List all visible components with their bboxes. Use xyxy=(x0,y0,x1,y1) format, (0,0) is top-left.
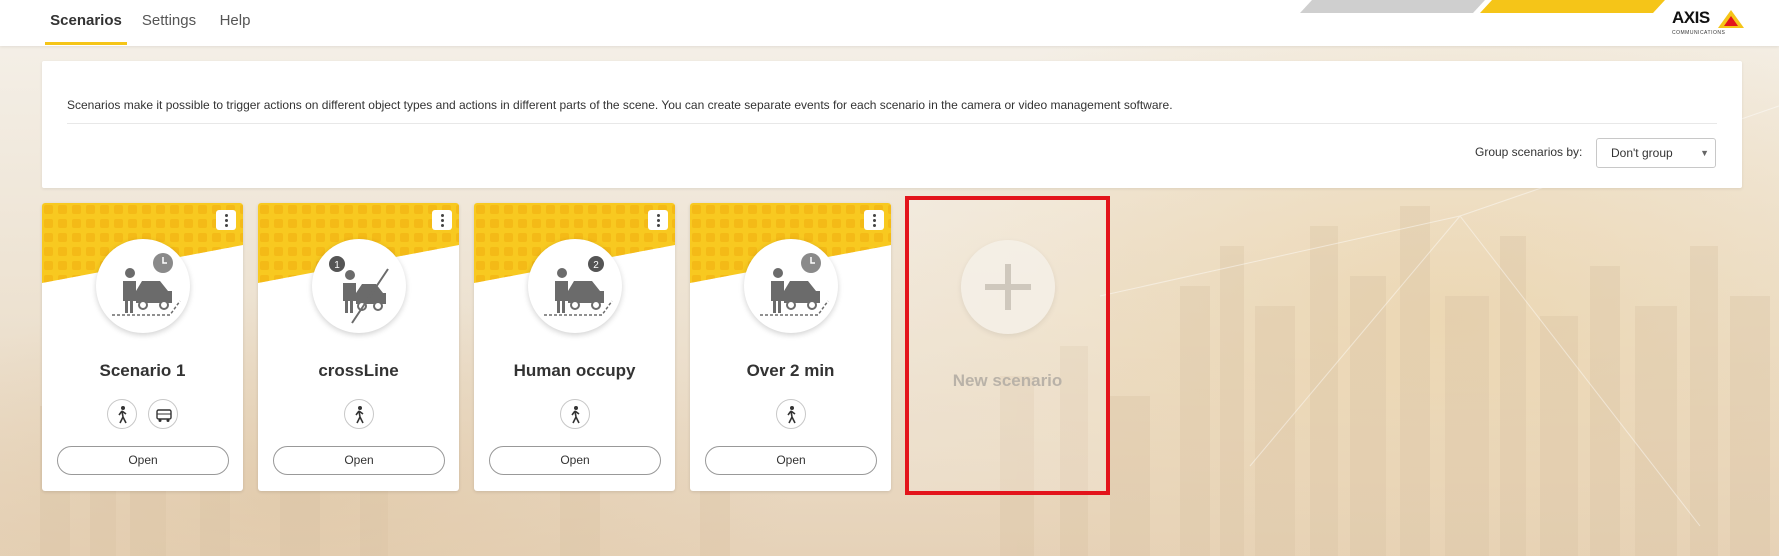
open-scenario-button[interactable]: Open xyxy=(705,446,877,475)
logo-triangle-icon xyxy=(1718,10,1744,28)
svg-text:1: 1 xyxy=(334,260,340,271)
human-icon xyxy=(559,399,590,429)
group-scenarios-select[interactable]: Don't group ▼ xyxy=(1596,138,1716,168)
scenario-description: Scenarios make it possible to trigger ac… xyxy=(67,98,1173,112)
human-icon xyxy=(343,399,374,429)
human-icon xyxy=(107,399,138,429)
new-scenario-card[interactable]: New scenario xyxy=(905,196,1110,495)
object-types xyxy=(690,399,891,429)
card-menu-icon[interactable] xyxy=(432,210,452,230)
scenario-card: 2 Human occupy Open xyxy=(474,203,675,491)
info-divider xyxy=(67,123,1717,124)
chevron-down-icon: ▼ xyxy=(1700,148,1709,158)
scenario-title: crossLine xyxy=(318,361,399,380)
card-menu-icon[interactable] xyxy=(216,210,236,230)
logo-text: AXIS xyxy=(1672,8,1710,27)
tab-settings[interactable]: Settings xyxy=(138,0,200,45)
top-navigation-bar: Scenarios Settings Help AXIS COMMUNICATI… xyxy=(0,0,1779,46)
group-select-value: Don't group xyxy=(1611,146,1673,160)
new-scenario-label: New scenario xyxy=(952,371,1063,390)
card-menu-icon[interactable] xyxy=(648,210,668,230)
open-scenario-button[interactable]: Open xyxy=(57,446,229,475)
card-menu-icon[interactable] xyxy=(864,210,884,230)
scenario-title: Scenario 1 xyxy=(99,361,186,380)
scenario-title: Over 2 min xyxy=(746,361,835,380)
plus-icon xyxy=(985,264,1031,310)
scenario-card: 1 crossLine Open xyxy=(258,203,459,491)
scenario-card: Over 2 min Open xyxy=(690,203,891,491)
object-types xyxy=(258,399,459,429)
open-scenario-button[interactable]: Open xyxy=(489,446,661,475)
tab-help[interactable]: Help xyxy=(215,0,255,45)
human-icon xyxy=(775,399,806,429)
open-scenario-button[interactable]: Open xyxy=(273,446,445,475)
object-types xyxy=(42,399,243,429)
vehicle-icon xyxy=(147,399,178,429)
svg-text:2: 2 xyxy=(593,260,599,271)
occupancy-timer-icon xyxy=(744,239,838,333)
new-scenario-button[interactable] xyxy=(961,240,1055,334)
occupancy-timer-icon xyxy=(96,239,190,333)
axis-logo: AXIS COMMUNICATIONS xyxy=(1672,8,1744,36)
scenario-card: Scenario 1 Open xyxy=(42,203,243,491)
scenario-title: Human occupy xyxy=(513,361,636,380)
tab-scenarios[interactable]: Scenarios xyxy=(45,0,127,45)
occupancy-count-icon: 2 xyxy=(528,239,622,333)
object-types xyxy=(474,399,675,429)
brand-stripe-grey xyxy=(1300,0,1485,13)
brand-stripe-yellow xyxy=(1480,0,1665,13)
line-crossing-icon: 1 xyxy=(312,239,406,333)
group-scenarios-label: Group scenarios by: xyxy=(1475,145,1583,159)
scenario-info-panel: Scenarios make it possible to trigger ac… xyxy=(42,61,1742,188)
logo-subtext: COMMUNICATIONS xyxy=(1672,30,1726,36)
